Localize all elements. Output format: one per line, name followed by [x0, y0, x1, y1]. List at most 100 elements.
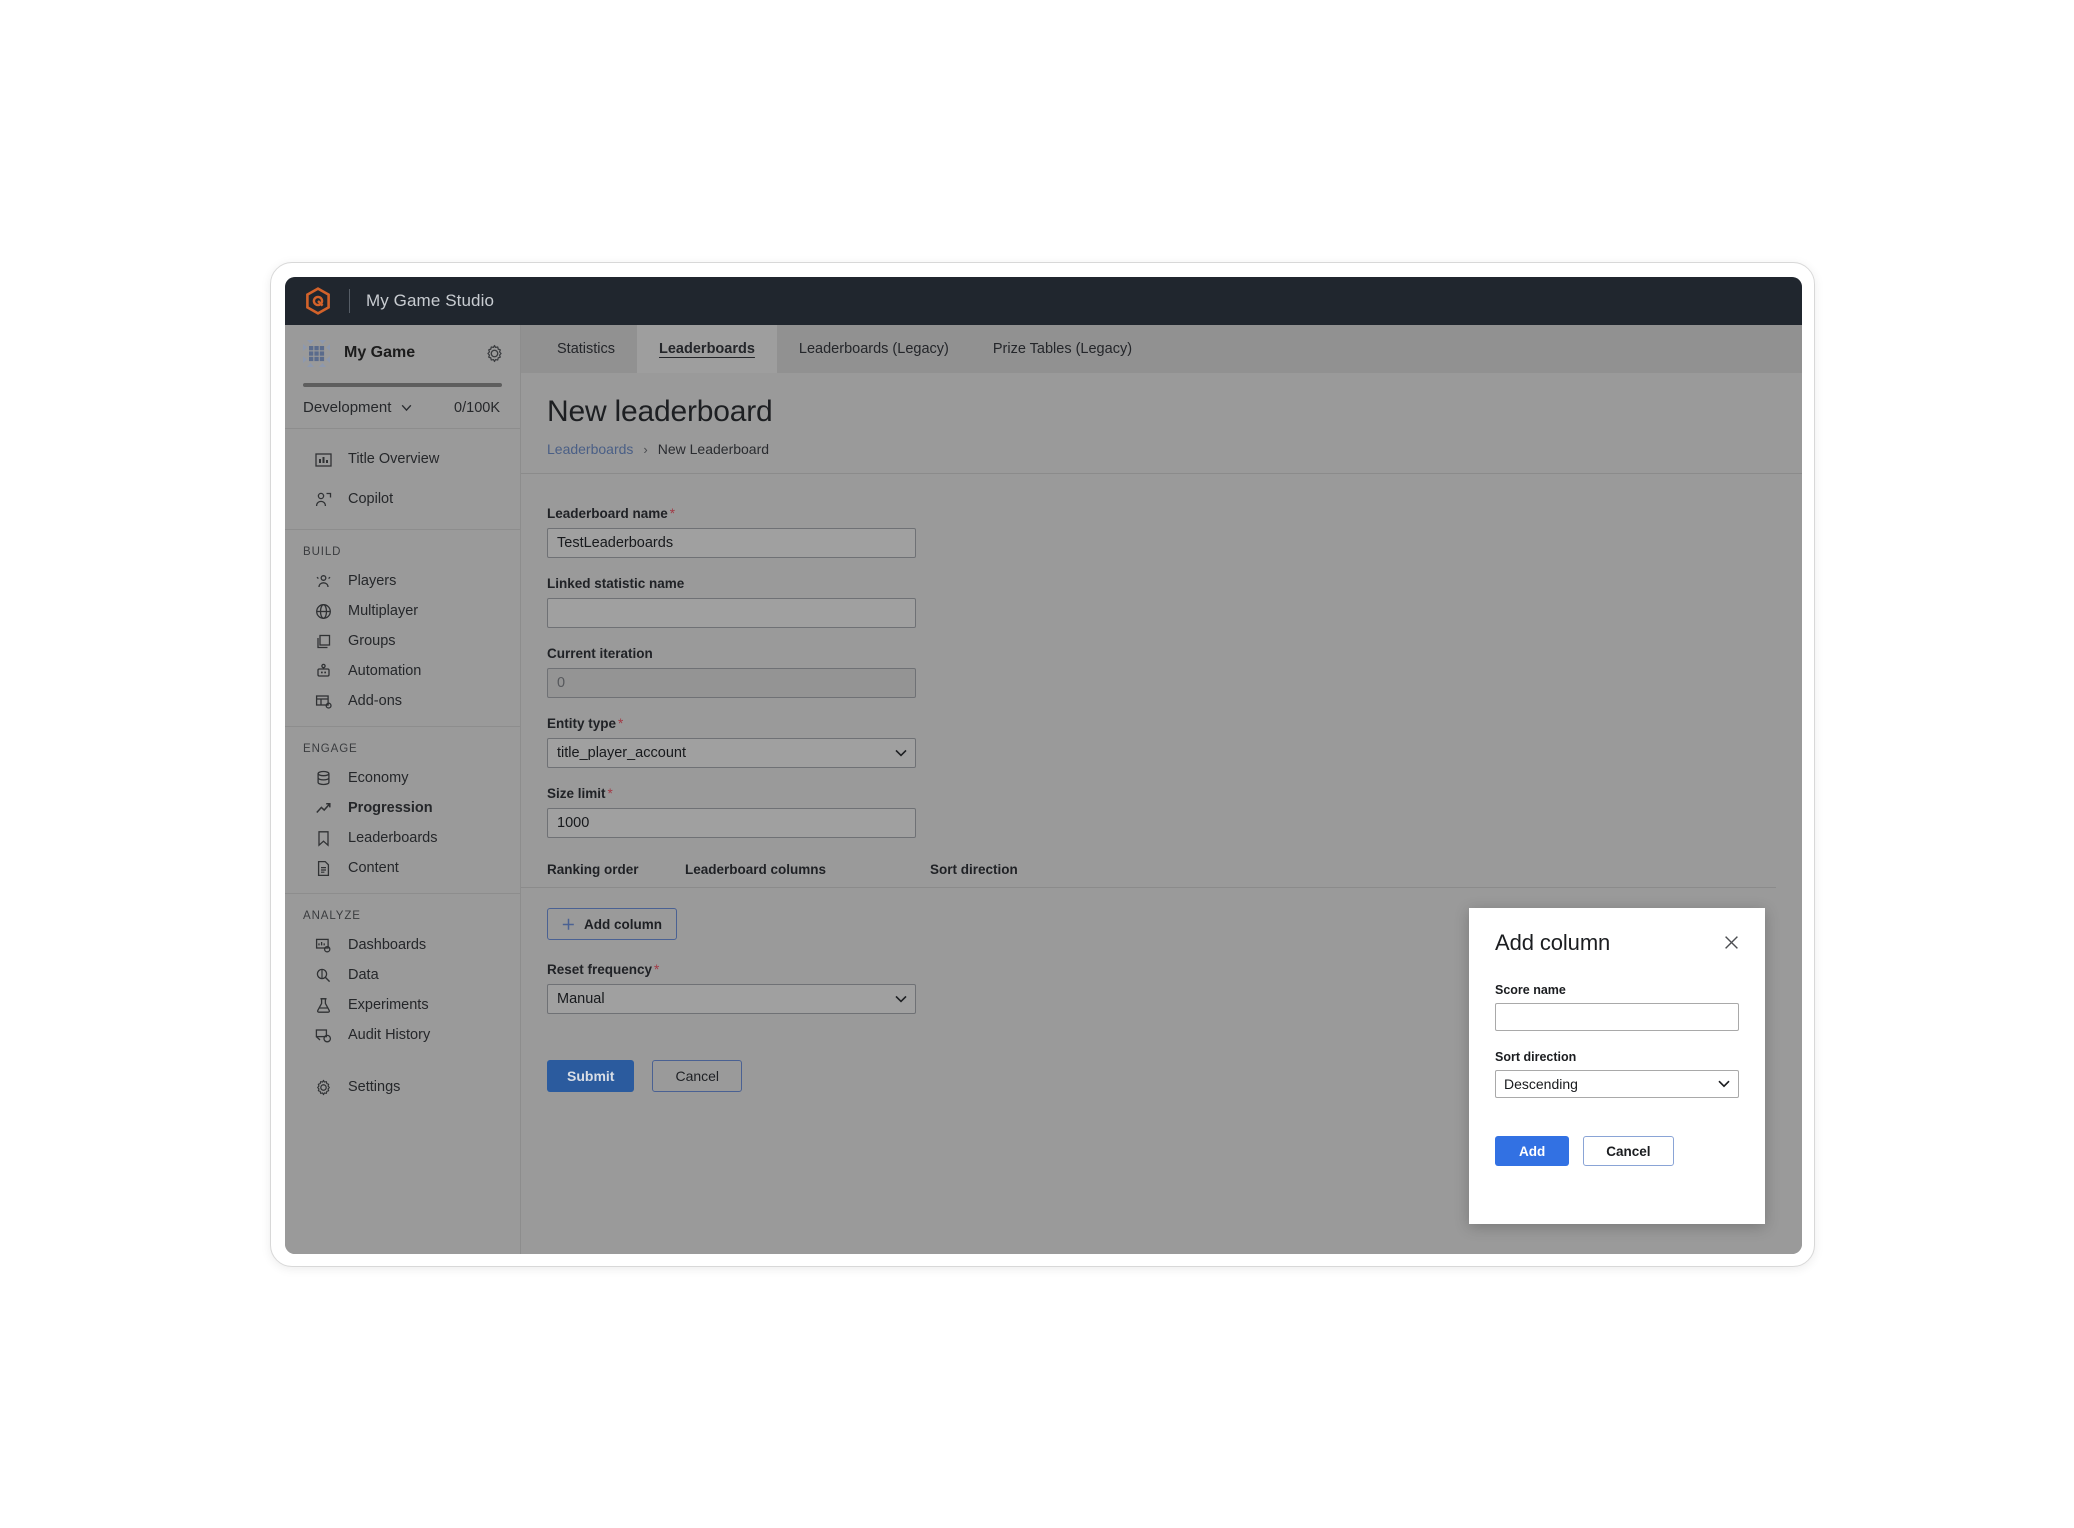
topbar-divider [349, 289, 350, 313]
top-bar: My Game Studio [285, 277, 1802, 325]
tab-label: Leaderboards (Legacy) [798, 341, 949, 357]
page-title: New leaderboard [547, 395, 773, 428]
sidebar-item-title-overview[interactable]: Title Overview [285, 439, 520, 479]
players-icon [316, 574, 331, 587]
sidebar-item-economy[interactable]: Economy [285, 763, 520, 793]
column-header-ranking-order: Ranking order [547, 862, 639, 877]
label-entity-type: Entity type * [547, 716, 1802, 731]
required-marker: * [669, 506, 676, 521]
environment-selector[interactable]: Development 0/100K [285, 387, 520, 429]
add-column-label: Add column [584, 916, 662, 932]
sidebar-item-experiments[interactable]: Experiments [285, 990, 520, 1020]
sidebar-item-leaderboards[interactable]: Leaderboards [285, 823, 520, 853]
sidebar-item-multiplayer[interactable]: Multiplayer [285, 596, 520, 626]
nav-section-analyze: ANALYZE Dashboards Data Experiments Audi… [285, 894, 520, 1112]
tab-leaderboards[interactable]: Leaderboards [637, 325, 777, 373]
sidebar-item-groups[interactable]: Groups [285, 626, 520, 656]
submit-button[interactable]: Submit [547, 1060, 635, 1092]
sidebar-item-settings[interactable]: Settings [285, 1072, 520, 1102]
browser-window-frame: My Game Studio My Game Development 0/100… [270, 262, 1815, 1267]
sidebar-item-dashboards[interactable]: Dashboards [285, 930, 520, 960]
dialog-actions: Add Cancel [1495, 1136, 1739, 1166]
columns-table-header: Ranking order Leaderboard columns Sort d… [547, 856, 1707, 887]
label-text: Leaderboard name [547, 506, 668, 521]
close-icon[interactable] [1724, 935, 1739, 950]
label-sort-direction: Sort direction [1495, 1050, 1577, 1064]
gear-icon[interactable] [485, 344, 504, 363]
cancel-button[interactable]: Cancel [652, 1060, 743, 1092]
plus-icon [562, 918, 574, 930]
reset-frequency-select[interactable]: Manual [547, 984, 916, 1014]
sidebar-item-label: Audit History [348, 1027, 431, 1043]
data-magnifier-icon [316, 968, 331, 982]
sidebar-item-label: Settings [348, 1079, 401, 1095]
label-text: Reset frequency [547, 962, 653, 977]
sidebar-item-label: Experiments [348, 997, 429, 1013]
robot-icon [317, 663, 330, 677]
dialog-cancel-button[interactable]: Cancel [1583, 1136, 1674, 1166]
size-limit-input[interactable] [547, 808, 916, 838]
sidebar-item-label: Automation [348, 663, 422, 679]
sidebar-item-label: Data [348, 967, 379, 983]
sort-direction-select[interactable]: Descending [1495, 1070, 1739, 1098]
sidebar-item-automation[interactable]: Automation [285, 656, 520, 686]
sidebar-item-progression[interactable]: Progression [285, 793, 520, 823]
score-name-input[interactable] [1495, 1003, 1739, 1031]
dashboards-icon [315, 938, 331, 952]
dialog-add-button[interactable]: Add [1495, 1136, 1570, 1166]
trending-up-icon [316, 802, 331, 813]
chevron-down-icon [402, 404, 412, 412]
sidebar-item-label: Copilot [348, 491, 394, 507]
section-label-engage: ENGAGE [303, 743, 358, 755]
bookmark-icon [318, 830, 329, 847]
entity-type-select[interactable]: title_player_account [547, 738, 916, 768]
tab-leaderboards-legacy[interactable]: Leaderboards (Legacy) [777, 325, 971, 373]
globe-icon [316, 603, 331, 619]
sidebar-item-label: Content [348, 860, 399, 876]
field-leaderboard-name: Leaderboard name * [547, 506, 1802, 558]
sidebar-item-players[interactable]: Players [285, 566, 520, 596]
entity-type-select-wrapper: title_player_account [547, 738, 916, 768]
label-current-iteration: Current iteration [547, 646, 1802, 661]
environment-quota: 0/100K [454, 399, 500, 416]
tab-statistics[interactable]: Statistics [535, 325, 637, 373]
sidebar-item-content[interactable]: Content [285, 853, 520, 883]
dialog-field-score-name: Score name [1495, 983, 1739, 1031]
dialog-title: Add column [1495, 930, 1611, 955]
page-header: New leaderboard Leaderboards › New Leade… [521, 373, 1802, 473]
hexagon-logo-icon[interactable] [305, 287, 331, 315]
audit-shield-icon [315, 1028, 332, 1042]
breadcrumb-separator: › [643, 441, 648, 457]
sidebar-item-label: Players [348, 573, 397, 589]
tab-label: Leaderboards [659, 341, 755, 357]
required-marker: * [618, 716, 624, 731]
required-marker: * [607, 786, 613, 801]
environment-name: Development [303, 399, 392, 416]
linked-statistic-name-input[interactable] [547, 598, 916, 628]
field-entity-type: Entity type * title_player_account [547, 716, 1802, 768]
sidebar-item-label: Add-ons [348, 693, 403, 709]
studio-name: My Game Studio [366, 291, 495, 310]
sidebar-item-copilot[interactable]: Copilot [285, 479, 520, 519]
columns-table-divider [521, 887, 1776, 888]
tab-bar: Statistics Leaderboards Leaderboards (Le… [521, 325, 1802, 373]
leaderboard-name-input[interactable] [547, 528, 916, 558]
sort-direction-select-wrapper: Descending [1495, 1070, 1739, 1098]
app-viewport: My Game Studio My Game Development 0/100… [285, 277, 1802, 1254]
add-column-button[interactable]: Add column [547, 908, 677, 940]
label-linked-statistic-name: Linked statistic name [547, 576, 1802, 591]
tab-label: Statistics [557, 341, 616, 357]
add-column-dialog: Add column Score name Sort direction Des… [1469, 908, 1765, 1224]
section-label-analyze: ANALYZE [303, 910, 361, 922]
sidebar-item-data[interactable]: Data [285, 960, 520, 990]
sidebar-item-label: Title Overview [348, 451, 440, 467]
breadcrumb-link-leaderboards[interactable]: Leaderboards [547, 441, 633, 457]
addons-icon [315, 694, 332, 709]
document-icon [317, 860, 330, 876]
tab-prize-tables-legacy[interactable]: Prize Tables (Legacy) [971, 325, 1154, 373]
flask-icon [316, 997, 331, 1013]
breadcrumb: Leaderboards › New Leaderboard [547, 441, 1802, 457]
sidebar: My Game Development 0/100K Title Overvie… [285, 325, 521, 1254]
sidebar-item-add-ons[interactable]: Add-ons [285, 686, 520, 716]
sidebar-item-audit-history[interactable]: Audit History [285, 1020, 520, 1050]
